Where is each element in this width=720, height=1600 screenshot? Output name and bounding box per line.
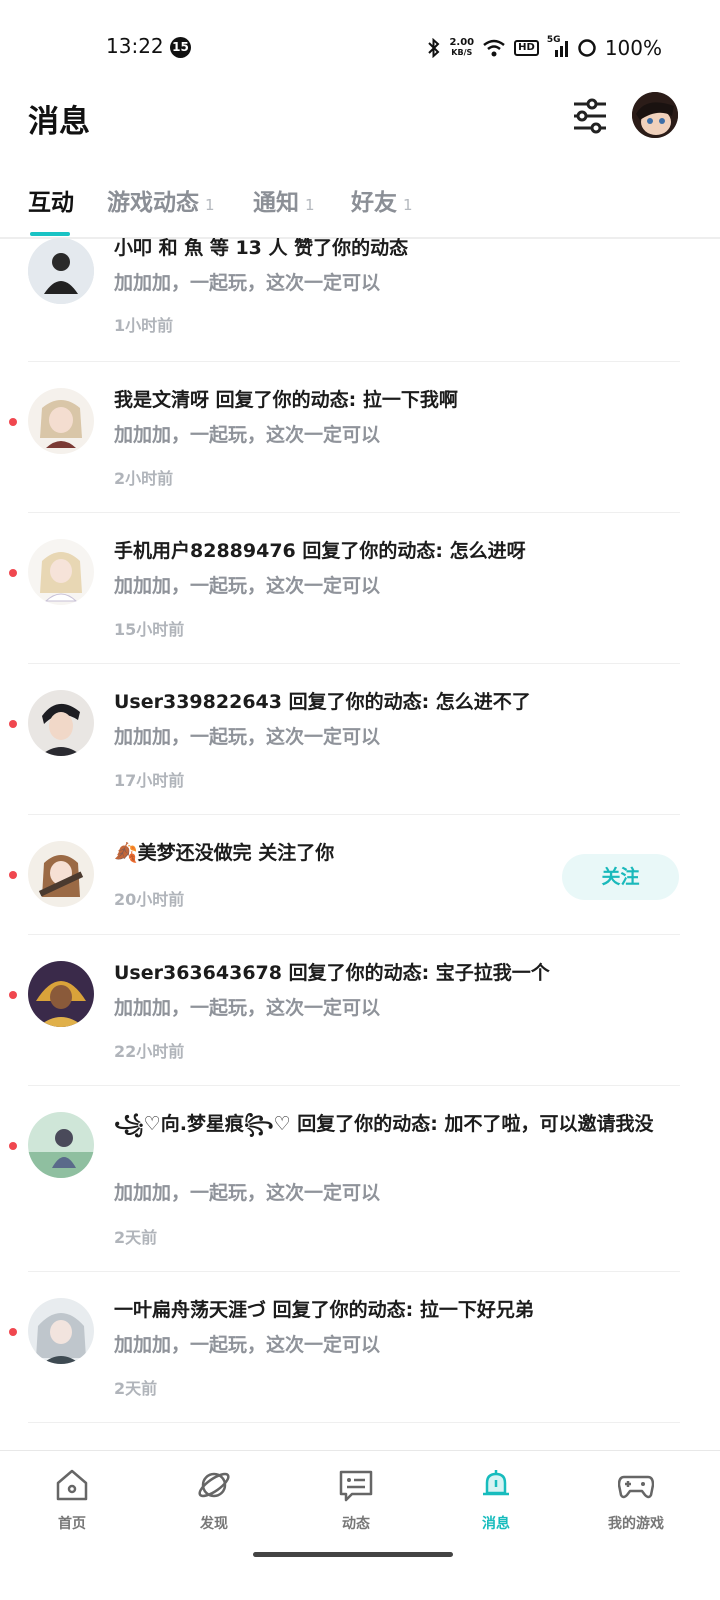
tab-interaction[interactable]: 互动	[28, 183, 74, 217]
message-list[interactable]: 小叩 和 魚 等 13 人 赞了你的动态 加加加，一起玩，这次一定可以 1小时前…	[0, 238, 720, 1450]
list-item[interactable]: User363643678 回复了你的动态: 宝子拉我一个 加加加，一起玩，这次…	[0, 935, 720, 1086]
message-time: 2天前	[114, 1228, 158, 1247]
bottom-navigation: 首页 发现 动态 消息 我的游戏	[0, 1450, 720, 1553]
nav-messages[interactable]: 消息	[424, 1451, 568, 1553]
message-title: 小叩 和 魚 等 13 人 赞了你的动态	[114, 238, 409, 259]
tab-game-updates[interactable]: 游戏动态 1	[107, 183, 215, 217]
nav-label: 我的游戏	[608, 1516, 664, 1532]
unread-dot	[9, 418, 17, 426]
signal-icon: 5G	[547, 35, 569, 58]
message-time: 15小时前	[114, 620, 185, 639]
unread-dot	[9, 1142, 17, 1150]
follow-button[interactable]: 关注	[562, 854, 679, 900]
message-title: 一叶扁舟荡天涯づ 回复了你的动态: 拉一下好兄弟	[114, 1299, 534, 1321]
unread-dot	[9, 720, 17, 728]
message-subtitle: 加加加，一起玩，这次一定可以	[114, 726, 381, 748]
list-item[interactable]: 手机用户82889476 回复了你的动态: 怎么进呀 加加加，一起玩，这次一定可…	[0, 513, 720, 664]
nav-my-games[interactable]: 我的游戏	[564, 1451, 708, 1553]
message-time: 2天前	[114, 1379, 158, 1398]
avatar[interactable]	[28, 238, 94, 304]
nav-discover[interactable]: 发现	[142, 1451, 286, 1553]
message-time: 20小时前	[114, 890, 185, 909]
tab-count: 1	[305, 196, 315, 214]
message-title: 手机用户82889476 回复了你的动态: 怎么进呀	[114, 540, 526, 562]
message-title: ꧁♡向.梦星痕꧂♡ 回复了你的动态: 加不了啦，可以邀请我没	[114, 1113, 654, 1135]
avatar[interactable]	[28, 1298, 94, 1364]
net-speed-unit: KB/S	[451, 48, 473, 57]
feed-icon	[339, 1470, 373, 1502]
avatar[interactable]	[28, 961, 94, 1027]
battery-percent: 100%	[604, 36, 662, 60]
tab-count: 1	[403, 196, 413, 214]
message-subtitle: 加加加，一起玩，这次一定可以	[114, 1182, 381, 1204]
message-title: User339822643 回复了你的动态: 怎么进不了	[114, 691, 531, 713]
tab-label: 互动	[28, 190, 74, 216]
avatar[interactable]	[28, 690, 94, 756]
sliders-icon	[574, 98, 606, 134]
message-title: User363643678 回复了你的动态: 宝子拉我一个	[114, 962, 550, 984]
tab-label: 好友	[351, 190, 397, 216]
unread-dot	[9, 991, 17, 999]
active-tab-indicator	[30, 232, 70, 236]
list-item[interactable]: User339822643 回复了你的动态: 怎么进不了 加加加，一起玩，这次一…	[0, 664, 720, 815]
list-item[interactable]: 🍂美梦还没做完 关注了你 20小时前 关注	[0, 815, 720, 935]
net-speed: 2.00 KB/S	[449, 38, 474, 58]
bluetooth-icon	[428, 38, 440, 58]
notification-count-badge: 15	[170, 37, 191, 58]
message-title: 我是文清呀 回复了你的动态: 拉一下我啊	[114, 389, 458, 411]
message-time: 17小时前	[114, 771, 185, 790]
nav-label: 动态	[342, 1516, 370, 1532]
nav-label: 消息	[482, 1516, 510, 1532]
nav-label: 发现	[200, 1516, 228, 1532]
nav-feed[interactable]: 动态	[284, 1451, 428, 1553]
avatar[interactable]	[28, 841, 94, 907]
message-time: 2小时前	[114, 469, 174, 488]
nav-label: 首页	[58, 1516, 86, 1532]
status-icons: 2.00 KB/S HD 5G 100%	[427, 35, 662, 60]
unread-dot	[9, 1328, 17, 1336]
tab-label: 游戏动态	[107, 190, 199, 216]
page-title: 消息	[28, 104, 90, 140]
status-time: 13:22	[106, 34, 164, 58]
message-time: 1小时前	[114, 316, 174, 335]
tab-bar: 互动 游戏动态 1 通知 1 好友 1	[0, 175, 720, 239]
user-avatar[interactable]	[632, 92, 678, 138]
avatar[interactable]	[28, 388, 94, 454]
message-subtitle: 加加加，一起玩，这次一定可以	[114, 424, 381, 446]
list-item[interactable]: 我是文清呀 回复了你的动态: 拉一下我啊 加加加，一起玩，这次一定可以 2小时前	[0, 362, 720, 513]
wifi-icon	[483, 39, 505, 57]
message-subtitle: 加加加，一起玩，这次一定可以	[114, 1334, 381, 1356]
message-time: 22小时前	[114, 1042, 185, 1061]
list-item[interactable]: 小叩 和 魚 等 13 人 赞了你的动态 加加加，一起玩，这次一定可以 1小时前	[0, 238, 720, 362]
unread-dot	[9, 569, 17, 577]
divider	[28, 1422, 680, 1423]
nav-home[interactable]: 首页	[0, 1451, 144, 1553]
list-item[interactable]: ꧁♡向.梦星痕꧂♡ 回复了你的动态: 加不了啦，可以邀请我没 加加加，一起玩，这…	[0, 1086, 720, 1272]
gamepad-icon	[618, 1475, 654, 1499]
bell-icon	[483, 1470, 509, 1496]
home-icon	[56, 1469, 88, 1501]
home-indicator[interactable]	[253, 1552, 453, 1557]
net-speed-value: 2.00	[449, 37, 475, 48]
message-subtitle: 加加加，一起玩，这次一定可以	[114, 575, 381, 597]
battery-icon	[578, 39, 596, 57]
avatar[interactable]	[28, 539, 94, 605]
tab-label: 通知	[253, 190, 299, 216]
planet-icon	[198, 1472, 230, 1498]
unread-dot	[9, 871, 17, 879]
tab-notifications[interactable]: 通知 1	[253, 183, 315, 217]
tab-friends[interactable]: 好友 1	[351, 183, 413, 217]
hd-indicator: HD	[514, 40, 539, 56]
filter-settings-button[interactable]	[570, 96, 610, 136]
message-subtitle: 加加加，一起玩，这次一定可以	[114, 272, 381, 294]
tab-count: 1	[205, 196, 215, 214]
list-item[interactable]: 一叶扁舟荡天涯づ 回复了你的动态: 拉一下好兄弟 加加加，一起玩，这次一定可以 …	[0, 1272, 720, 1423]
status-bar: 13:22 15 2.00 KB/S HD 5G 100%	[0, 0, 720, 96]
message-subtitle: 加加加，一起玩，这次一定可以	[114, 997, 381, 1019]
avatar[interactable]	[28, 1112, 94, 1178]
